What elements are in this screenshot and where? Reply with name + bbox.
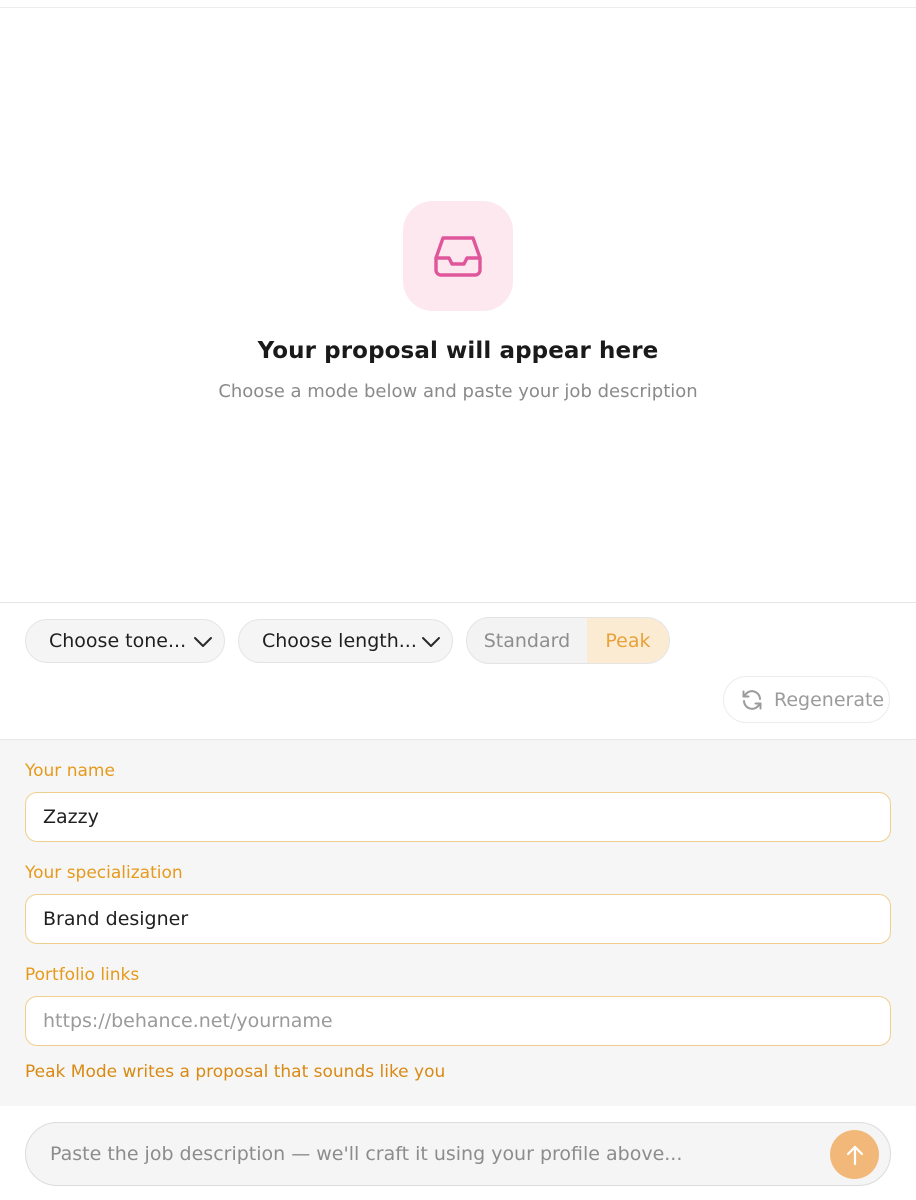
profile-panel: Your name Your specialization Portfolio … (0, 740, 916, 1106)
chevron-down-icon (422, 637, 440, 647)
empty-state-subtitle: Choose a mode below and paste your job d… (218, 381, 698, 402)
portfolio-label: Portfolio links (25, 965, 140, 985)
job-description-input[interactable] (26, 1123, 816, 1185)
inbox-icon (434, 236, 482, 277)
specialization-input[interactable] (25, 894, 891, 944)
refresh-icon (742, 689, 762, 710)
name-input[interactable] (25, 792, 891, 842)
mode-peak-option[interactable]: Peak (586, 618, 669, 663)
tone-select-value: Choose tone... (49, 630, 187, 652)
chevron-down-icon (194, 637, 212, 647)
tone-select[interactable]: Choose tone... (25, 619, 225, 663)
proposal-output-area: Your proposal will appear here Choose a … (0, 0, 916, 602)
length-select[interactable]: Choose length... (238, 619, 453, 663)
length-select-value: Choose length... (262, 630, 417, 652)
regenerate-label: Regenerate (774, 688, 885, 711)
send-button[interactable] (830, 1130, 879, 1179)
regenerate-button[interactable]: Regenerate (723, 676, 890, 723)
proposal-generator: Your proposal will appear here Choose a … (0, 0, 916, 1200)
empty-state-title: Your proposal will appear here (257, 338, 659, 364)
job-description-composer (25, 1122, 891, 1186)
empty-state-icon-box (403, 201, 513, 311)
mode-standard-option[interactable]: Standard (467, 618, 587, 663)
mode-toggle: Standard Peak (466, 617, 670, 664)
specialization-label: Your specialization (25, 863, 183, 883)
peak-mode-hint: Peak Mode writes a proposal that sounds … (25, 1062, 446, 1082)
name-label: Your name (25, 761, 115, 781)
section-divider (0, 602, 916, 603)
portfolio-input[interactable] (25, 996, 891, 1046)
arrow-up-icon (846, 1145, 863, 1165)
